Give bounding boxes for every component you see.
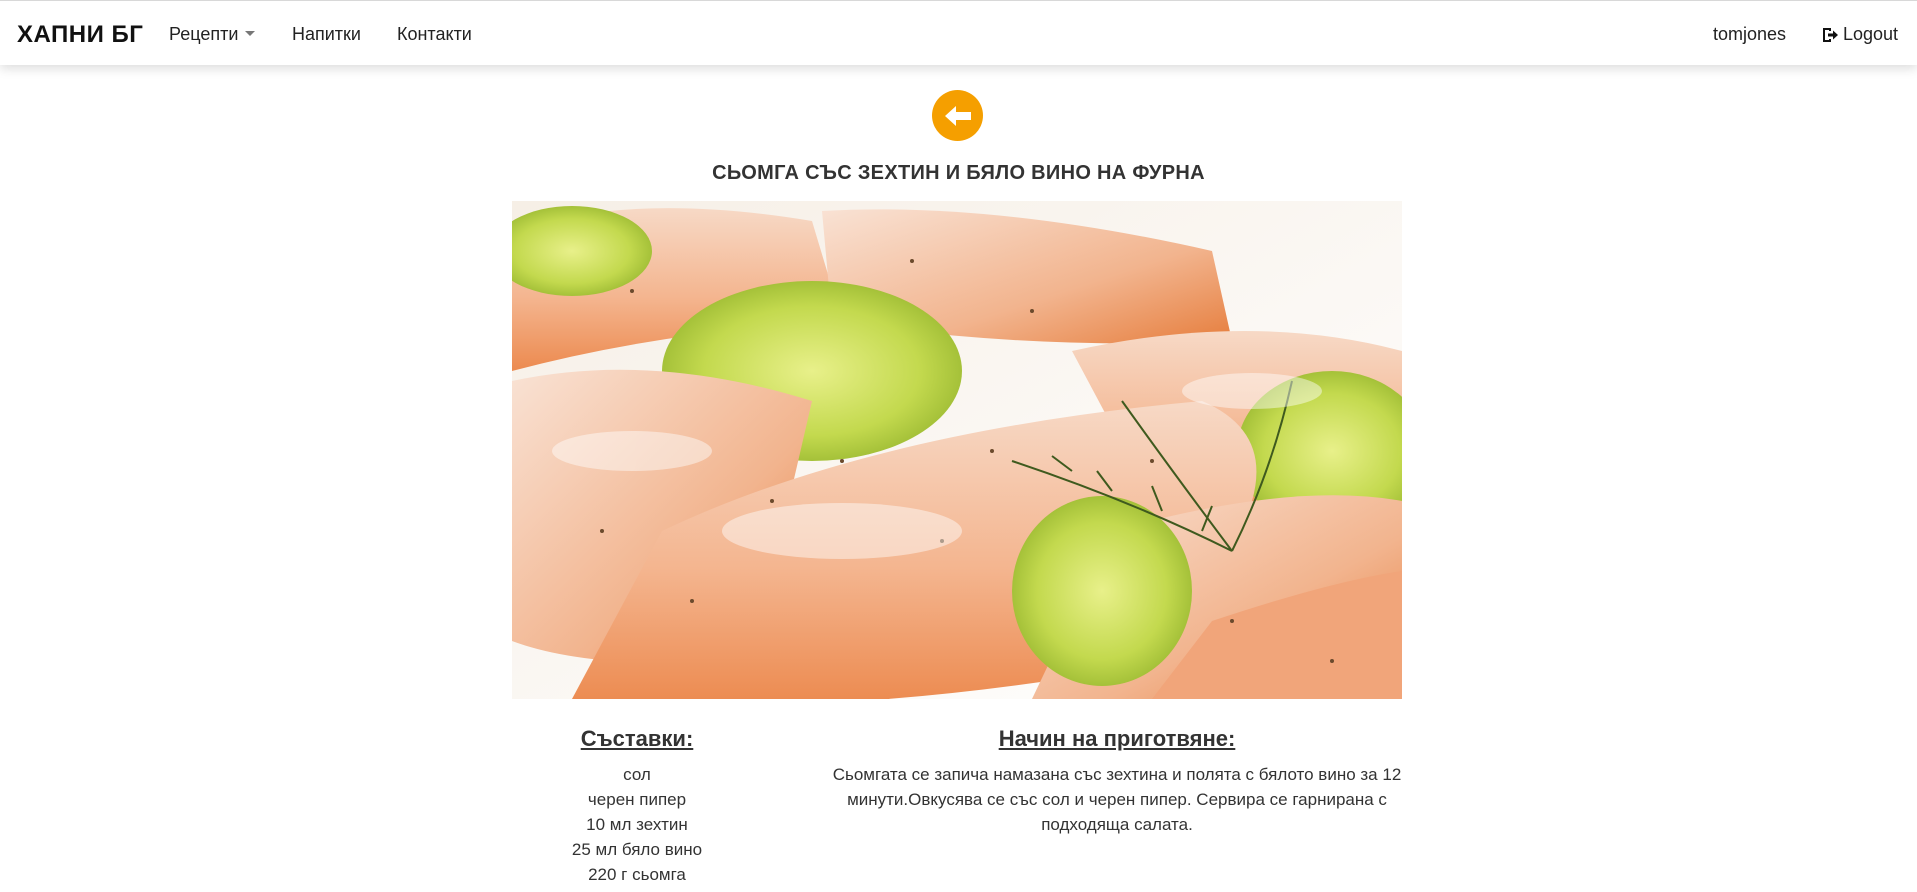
ingredient-item: 25 мл бяло вино bbox=[571, 840, 703, 859]
arrow-left-circle-icon bbox=[944, 105, 971, 126]
nav-drinks[interactable]: Напитки bbox=[292, 24, 361, 45]
method-heading: Начин на приготвяне: bbox=[998, 726, 1236, 751]
nav-recipes-dropdown[interactable]: Рецепти bbox=[169, 24, 256, 45]
nav-username[interactable]: tomjones bbox=[1713, 24, 1786, 45]
logout-icon bbox=[1821, 26, 1839, 44]
brand-logo[interactable]: ХАПНИ БГ bbox=[17, 21, 143, 49]
ingredient-item: 220 г сьомга bbox=[588, 865, 686, 884]
back-button[interactable] bbox=[932, 90, 983, 141]
nav-contacts[interactable]: Контакти bbox=[397, 24, 472, 45]
recipe-title: СЬОМГА СЪС ЗЕХТИН И БЯЛО ВИНО НА ФУРНА bbox=[712, 162, 1205, 184]
ingredient-item: 10 мл зехтин bbox=[586, 815, 688, 834]
nav-recipes-label: Рецепти bbox=[169, 24, 239, 44]
ingredient-item: черен пипер bbox=[587, 790, 687, 809]
top-navbar: ХАПНИ БГ Рецепти Напитки Контакти tomjon… bbox=[0, 0, 1917, 65]
ingredients-heading: Съставки: bbox=[580, 726, 694, 751]
ingredient-item: сол bbox=[623, 765, 651, 784]
method-section: Начин на приготвяне: Сьомгата се запича … bbox=[817, 726, 1417, 837]
logout-label: Logout bbox=[1843, 24, 1899, 44]
method-text: Сьомгата се запича намазана със зехтина … bbox=[832, 765, 1402, 834]
caret-down-icon bbox=[245, 31, 256, 36]
ingredients-section: Съставки: сол черен пипер 10 мл зехтин 2… bbox=[512, 726, 762, 887]
recipe-photo bbox=[512, 201, 1402, 699]
logout-button[interactable]: Logout bbox=[1821, 24, 1898, 45]
